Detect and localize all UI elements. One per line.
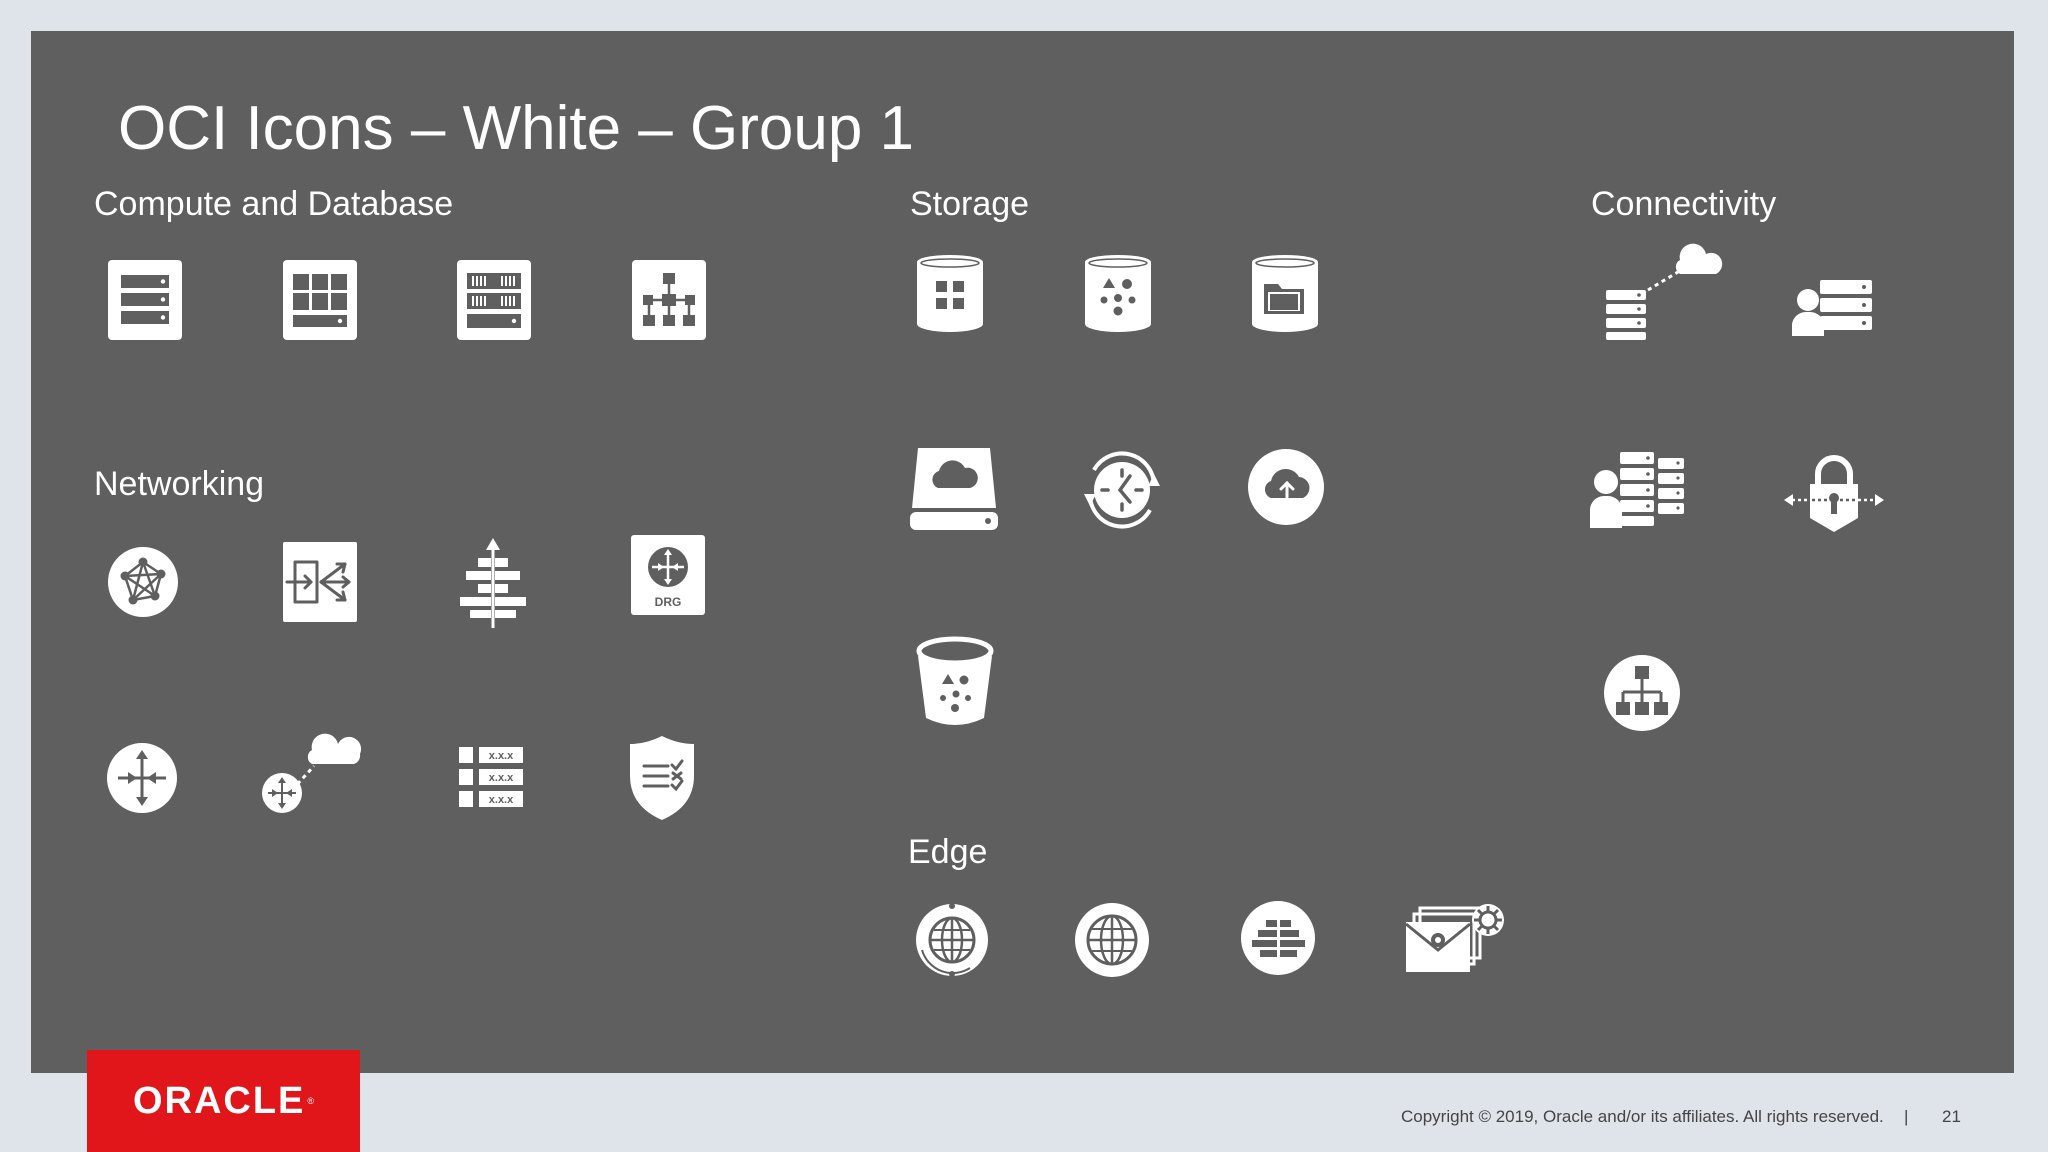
security-list-icon [630, 736, 694, 820]
hierarchy-network-icon [1603, 654, 1681, 732]
registered-mark: ® [307, 1096, 315, 1106]
route-entry-label: x.x.x [489, 750, 514, 762]
waf-icon [1240, 900, 1316, 976]
container-engine-icon [632, 260, 706, 340]
virtual-machine-icon [283, 260, 357, 340]
file-storage-icon [1250, 254, 1320, 334]
load-balancer-icon [283, 542, 357, 622]
footer-separator: | [1904, 1107, 1909, 1126]
storage-gateway-icon [908, 444, 1000, 532]
fastconnect-icon [1604, 240, 1723, 340]
route-table-icon: x.x.x x.x.x x.x.x [459, 747, 523, 809]
route-entry-label: x.x.x [489, 794, 514, 806]
page-title: OCI Icons – White – Group 1 [118, 94, 915, 163]
copyright-text: Copyright © 2019, Oracle and/or its affi… [1401, 1107, 1884, 1126]
section-title-networking: Networking [94, 465, 265, 503]
internet-gateway-icon [262, 732, 362, 814]
data-transfer-icon [1247, 448, 1325, 526]
section-title-connectivity: Connectivity [1591, 185, 1777, 223]
section-title-storage: Storage [910, 185, 1030, 223]
dns-zone-management-icon [912, 900, 992, 980]
vpn-icon [1784, 455, 1884, 532]
section-title-edge: Edge [908, 833, 988, 871]
object-storage-icon [1083, 254, 1153, 334]
email-delivery-icon [1405, 902, 1504, 974]
block-volume-icon [915, 254, 985, 334]
firewall-icon [460, 538, 526, 628]
virtual-cloud-network-icon [107, 546, 179, 618]
bare-metal-compute-icon [108, 260, 182, 340]
section-title-compute-database: Compute and Database [94, 185, 454, 223]
logo-text: ORACLE [132, 1079, 306, 1122]
backup-restore-icon [1080, 448, 1164, 532]
oracle-logo: ORACLE ® [87, 1050, 360, 1152]
customer-premises-equipment-icon [1792, 280, 1874, 336]
database-system-icon [457, 260, 531, 340]
route-entry-label: x.x.x [489, 772, 514, 784]
page-number: 21 [1942, 1107, 1961, 1126]
bucket-icon [916, 636, 994, 730]
traffic-management-icon [1074, 902, 1150, 978]
enterprise-datacenter-icon [1590, 450, 1686, 528]
dynamic-routing-gateway-icon: DRG [631, 535, 705, 615]
drg-label: DRG [655, 595, 682, 609]
router-icon [106, 742, 178, 814]
